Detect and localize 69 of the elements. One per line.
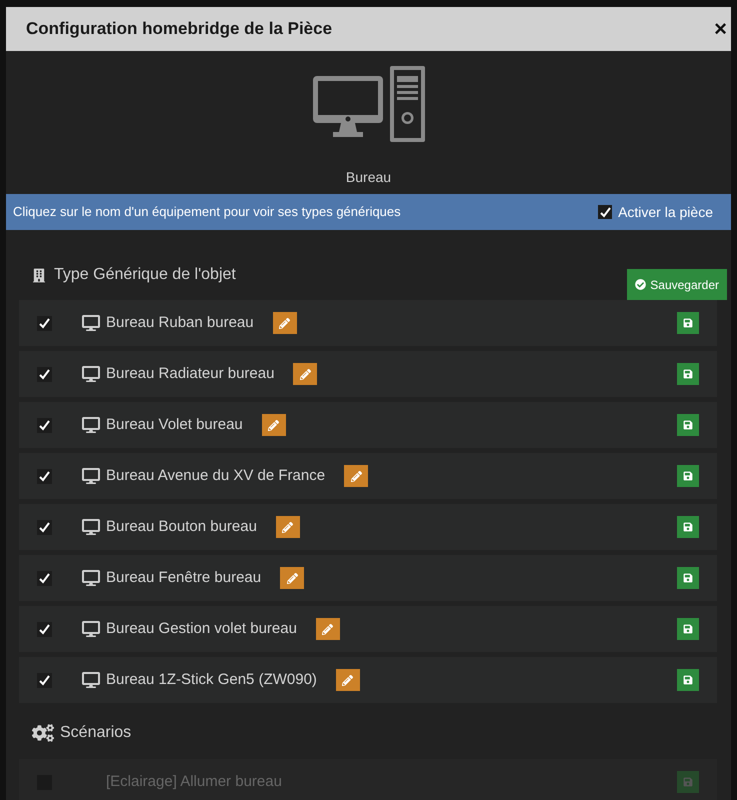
room-name: Bureau [346,168,392,187]
save-icon [683,522,693,532]
edit-button[interactable] [293,363,318,385]
equipment-name[interactable]: Bureau Radiateur bureau [106,362,274,386]
save-all-button[interactable]: Sauvegarder [627,269,727,300]
edit-button[interactable] [262,414,286,436]
edit-button[interactable] [276,516,300,538]
save-icon [683,471,693,481]
pencil-icon [282,522,294,532]
pencil-icon [300,368,311,380]
checkbox[interactable] [37,418,52,432]
equipment-name[interactable]: Bureau Avenue du XV de France [106,464,326,488]
computer-icon [80,315,102,331]
checkbox[interactable] [37,468,52,484]
edit-button[interactable] [344,465,368,487]
save-button[interactable] [677,567,699,589]
computer-icon [80,672,102,688]
info-text: Cliquez sur le nom d'un équipement pour voir ses types génériques [13,203,402,222]
equipment-name[interactable]: Bureau Gestion volet bureau [106,618,297,640]
pencil-icon [268,420,280,430]
computer-icon [80,417,102,433]
activate-checkbox[interactable] [598,205,612,219]
save-icon [683,420,693,430]
computer-icon [80,468,102,484]
pencil-icon [322,624,334,634]
checkbox[interactable] [37,622,52,636]
close-button[interactable]: × [714,18,727,40]
save-icon [683,675,693,685]
equipment-name[interactable]: Bureau Bouton bureau [106,516,257,538]
computer-icon [312,66,424,142]
pencil-icon [279,318,290,328]
save-button[interactable] [677,669,699,691]
checkbox[interactable] [37,366,52,382]
save-icon [683,369,693,379]
computer-icon [80,570,102,586]
edit-button[interactable] [280,567,304,589]
checkbox[interactable] [37,520,52,534]
section-title: Scénarios [60,723,132,743]
pencil-icon [350,470,362,482]
computer-icon [80,621,102,637]
activate-label: Activer la pièce [618,202,713,222]
equipment-name[interactable]: Bureau 1Z-Stick Gen5 (ZW090) [106,668,317,692]
checkbox[interactable] [37,672,52,688]
save-button[interactable] [677,516,699,538]
equipment-name[interactable]: Bureau Fenêtre bureau [106,566,262,590]
edit-button[interactable] [316,618,340,640]
equipment-name[interactable]: Bureau Ruban bureau [106,312,254,334]
save-button[interactable] [677,363,699,385]
save-icon [683,573,693,583]
save-icon [683,777,693,787]
save-button[interactable] [677,414,699,436]
save-button[interactable] [677,618,699,640]
computer-icon [80,519,102,535]
save-icon [683,624,693,634]
gears-icon [32,724,54,742]
computer-icon [80,366,102,382]
edit-button[interactable] [272,312,297,334]
save-button[interactable] [677,312,699,334]
dialog-title: Configuration homebridge de la Pièce [26,18,334,40]
equipment-name[interactable]: Bureau Volet bureau [106,414,243,436]
checkbox[interactable] [37,316,52,330]
pencil-icon [286,572,298,584]
pencil-icon [342,674,354,686]
save-button[interactable] [677,465,699,487]
building-icon [33,268,45,282]
save-icon [683,318,693,328]
checkbox[interactable] [37,570,52,586]
edit-button[interactable] [336,669,360,691]
section-title: Type Générique de l'objet [54,265,236,285]
